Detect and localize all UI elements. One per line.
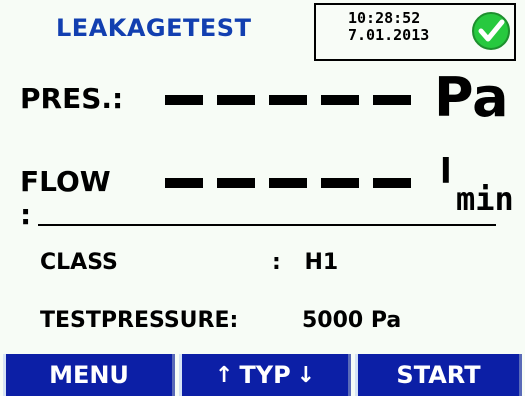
typ-button-label: TYP (239, 361, 291, 389)
device-screen: LEAKAGETEST 10:28:52 7.01.2013 PRES.: Pa… (0, 0, 525, 396)
flow-value (165, 178, 411, 190)
screen-title: LEAKAGETEST (56, 14, 252, 42)
flow-label: FLOW : (20, 165, 111, 231)
pressure-value (165, 95, 411, 107)
softkey-bar: MENU ↑ TYP ↓ START (0, 354, 525, 396)
menu-button[interactable]: MENU (3, 354, 175, 396)
class-label: CLASS (40, 250, 118, 275)
start-button[interactable]: START (355, 354, 522, 396)
flow-unit-denominator: min (456, 180, 514, 218)
pressure-unit: Pa (434, 66, 509, 129)
testpressure-value: 5000 Pa (302, 308, 402, 333)
arrow-up-icon: ↑ (214, 362, 234, 388)
flow-unit-numerator: l (440, 152, 452, 192)
clock-panel: 10:28:52 7.01.2013 (314, 3, 516, 61)
class-value-text: H1 (304, 250, 339, 275)
class-separator: : (272, 250, 281, 275)
header-bar: LEAKAGETEST 10:28:52 7.01.2013 (0, 0, 525, 66)
check-circle-icon (472, 12, 510, 50)
start-button-label: START (396, 361, 481, 389)
testpressure-label: TESTPRESSURE: (40, 308, 239, 333)
typ-button[interactable]: ↑ TYP ↓ (179, 354, 351, 396)
arrow-down-icon: ↓ (296, 362, 316, 388)
flow-unit: l min (434, 152, 514, 222)
clock-time: 10:28:52 (348, 9, 421, 27)
clock: 10:28:52 7.01.2013 (348, 10, 429, 44)
class-value: : H1 (272, 250, 338, 275)
menu-button-label: MENU (49, 361, 129, 389)
divider-line (38, 224, 496, 226)
pressure-label: PRES.: (20, 82, 124, 115)
clock-date: 7.01.2013 (348, 26, 430, 44)
